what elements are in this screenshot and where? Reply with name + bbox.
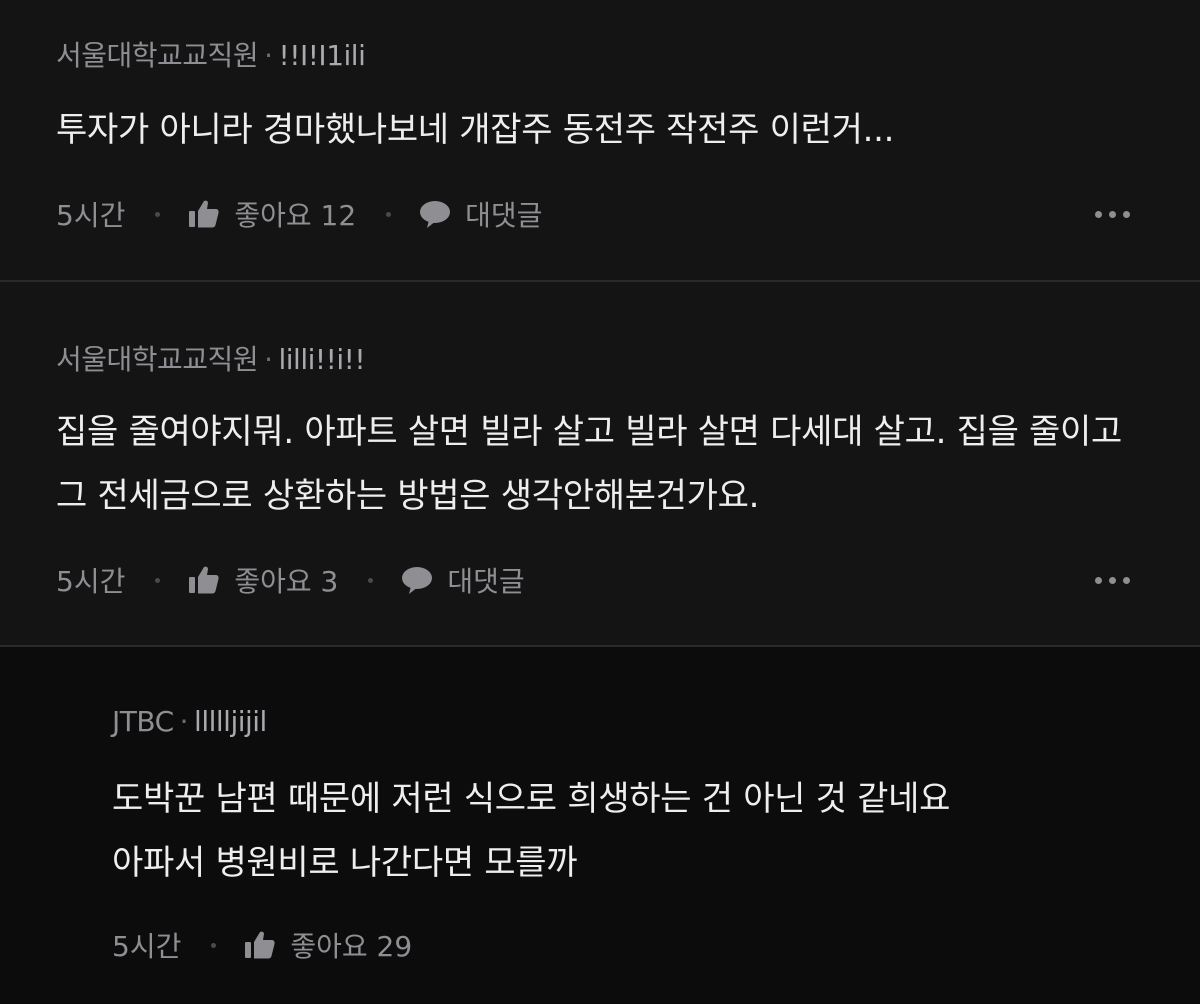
reply-button[interactable]: 대댓글 <box>401 560 525 600</box>
speech-bubble-icon <box>420 201 451 228</box>
like-button[interactable]: 좋아요 29 <box>244 925 412 965</box>
more-dot <box>1109 210 1116 218</box>
reply-body-line: 도박꾼 남편 때문에 저런 식으로 희생하는 건 아닌 것 같네요 <box>112 779 951 819</box>
comment-time: 5시간 <box>56 565 126 598</box>
comment-item: 서울대학교교직원 · lilli!!i!! 집을 줄여야지뭐. 아파트 살면 빌라 … <box>0 282 1200 647</box>
thumbs-up-icon <box>189 200 219 228</box>
more-dot <box>1123 576 1130 584</box>
author-nickname[interactable]: !!I!I1ili <box>279 39 366 72</box>
comment-item: 서울대학교교직원 · !!I!I1ili 투자가 아니라 경마했나보네 개잡주 동전… <box>0 0 1200 282</box>
separator-dot: · <box>179 705 189 738</box>
like-count-label: 좋아요 12 <box>234 199 357 232</box>
meta-separator <box>368 577 374 583</box>
reply-author-line: JTBC · llllljijil <box>112 705 267 738</box>
comment-time: 5시간 <box>56 199 126 232</box>
author-affiliation[interactable]: 서울대학교교직원 <box>56 39 259 72</box>
reply-button-label: 대댓글 <box>465 199 543 232</box>
more-options-button[interactable] <box>1085 569 1140 592</box>
speech-bubble-icon <box>402 567 433 594</box>
separator-dot: · <box>264 39 273 72</box>
thumbs-up-icon <box>245 931 275 959</box>
more-options-button[interactable] <box>1085 203 1140 226</box>
more-horizontal-icon <box>1095 576 1102 584</box>
meta-separator <box>155 211 161 217</box>
reply-item: JTBC · llllljijil 도박꾼 남편 때문에 저런 식으로 희생하는 건… <box>0 647 1200 1004</box>
like-button[interactable]: 좋아요 3 <box>188 560 338 600</box>
author-affiliation[interactable]: 서울대학교교직원 <box>56 343 259 376</box>
reply-body-line: 아파서 병원비로 나간다면 모를까 <box>112 843 578 883</box>
reply-button-label: 대댓글 <box>447 565 525 598</box>
comment-author-line: 서울대학교교직원 · lilli!!i!! <box>56 338 366 378</box>
comment-body: 집을 줄여야지뭐. 아파트 살면 빌라 살고 빌라 살면 다세대 살고. 집을 … <box>56 412 1122 516</box>
comment-meta: 5시간 좋아요 12 대댓글 <box>56 194 1140 234</box>
thumbs-up-icon <box>189 566 219 594</box>
more-dot <box>1123 210 1130 218</box>
author-nickname[interactable]: llllljijil <box>194 705 267 738</box>
like-button[interactable]: 좋아요 12 <box>188 194 356 234</box>
reply-button[interactable]: 대댓글 <box>419 194 542 234</box>
comment-body: 투자가 아니라 경마했나보네 개잡주 동전주 작전주 이런거... <box>56 110 895 150</box>
author-nickname[interactable]: lilli!!i!! <box>279 343 366 376</box>
reply-body: 도박꾼 남편 때문에 저런 식으로 희생하는 건 아닌 것 같네요 아파서 병원… <box>112 767 1140 895</box>
like-count-label: 좋아요 3 <box>234 565 339 598</box>
comment-author-line: 서울대학교교직원 · !!I!I1ili <box>56 34 366 74</box>
separator-dot: · <box>264 343 273 376</box>
comment-feed: 서울대학교교직원 · !!I!I1ili 투자가 아니라 경마했나보네 개잡주 동전… <box>0 0 1200 1004</box>
meta-separator <box>155 577 161 583</box>
comment-meta: 5시간 좋아요 3 대댓글 <box>56 560 1140 600</box>
reply-meta: 5시간 좋아요 29 <box>112 925 1140 965</box>
like-count-label: 좋아요 29 <box>290 930 413 963</box>
meta-separator <box>386 211 392 217</box>
meta-separator <box>211 942 217 948</box>
more-horizontal-icon <box>1095 210 1102 218</box>
more-dot <box>1109 576 1116 584</box>
reply-time: 5시간 <box>112 930 182 963</box>
author-affiliation[interactable]: JTBC <box>112 705 174 738</box>
